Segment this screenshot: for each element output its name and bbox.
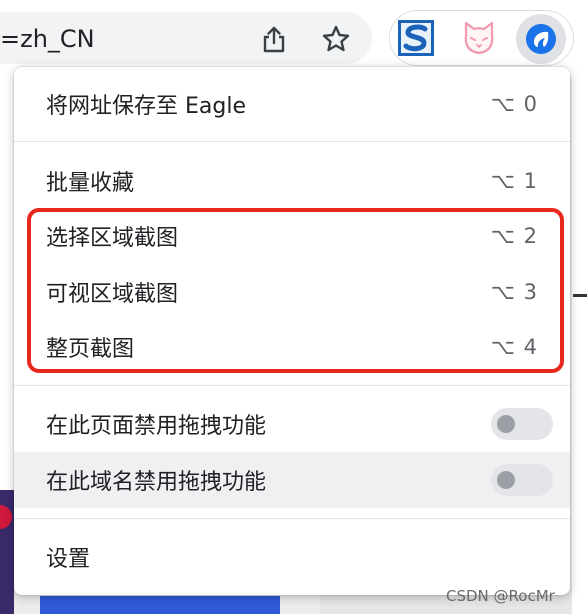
eagle-context-menu: 将网址保存至 Eagle ⌥ 0 批量收藏 ⌥ 1 选择区域截图 ⌥ 2 可视区… bbox=[14, 67, 570, 595]
menu-item-disable-drag-domain[interactable]: 在此域名禁用拖拽功能 bbox=[14, 452, 570, 508]
menu-item-shortcut: ⌥ 0 bbox=[490, 92, 538, 116]
menu-item-select-area-screenshot[interactable]: 选择区域截图 ⌥ 2 bbox=[14, 208, 570, 264]
eagle-extension-icon[interactable] bbox=[525, 23, 557, 55]
menu-item-label: 可视区域截图 bbox=[46, 282, 179, 307]
disable-drag-domain-toggle[interactable] bbox=[491, 464, 553, 496]
menu-item-label: 整页截图 bbox=[46, 337, 135, 362]
menu-item-label: 设置 bbox=[46, 547, 91, 572]
menu-item-label: 批量收藏 bbox=[46, 171, 135, 196]
menu-item-shortcut: ⌥ 3 bbox=[490, 280, 538, 304]
menu-item-label: 选择区域截图 bbox=[46, 226, 179, 251]
menu-item-visible-area-screenshot[interactable]: 可视区域截图 ⌥ 3 bbox=[14, 264, 570, 320]
share-icon[interactable] bbox=[259, 24, 289, 54]
page-dash-mark bbox=[573, 294, 587, 297]
menu-divider bbox=[14, 385, 570, 386]
cat-extension-icon[interactable] bbox=[459, 18, 499, 58]
s-extension-icon[interactable] bbox=[397, 19, 435, 57]
menu-item-shortcut: ⌥ 4 bbox=[490, 335, 538, 359]
watermark: CSDN @RocMr bbox=[446, 587, 555, 605]
menu-item-save-url[interactable]: 将网址保存至 Eagle ⌥ 0 bbox=[14, 76, 570, 132]
menu-item-full-page-screenshot[interactable]: 整页截图 ⌥ 4 bbox=[14, 319, 570, 375]
page-right-strip bbox=[572, 78, 588, 614]
menu-item-label: 在此页面禁用拖拽功能 bbox=[46, 414, 267, 439]
menu-item-batch-collect[interactable]: 批量收藏 ⌥ 1 bbox=[14, 153, 570, 209]
menu-divider bbox=[14, 518, 570, 519]
menu-item-shortcut: ⌥ 2 bbox=[490, 224, 538, 248]
menu-item-shortcut: ⌥ 1 bbox=[490, 169, 538, 193]
menu-item-label: 将网址保存至 Eagle bbox=[46, 94, 246, 119]
disable-drag-page-toggle[interactable] bbox=[491, 408, 553, 440]
star-icon[interactable] bbox=[321, 24, 351, 54]
menu-item-settings[interactable]: 设置 bbox=[14, 529, 570, 585]
menu-item-disable-drag-page[interactable]: 在此页面禁用拖拽功能 bbox=[14, 396, 570, 452]
toggle-knob bbox=[497, 415, 515, 433]
address-bar-url[interactable]: =zh_CN bbox=[0, 25, 95, 53]
page-banner bbox=[40, 596, 280, 614]
toggle-knob bbox=[497, 471, 515, 489]
menu-item-label: 在此域名禁用拖拽功能 bbox=[46, 470, 267, 495]
menu-divider bbox=[14, 141, 570, 142]
